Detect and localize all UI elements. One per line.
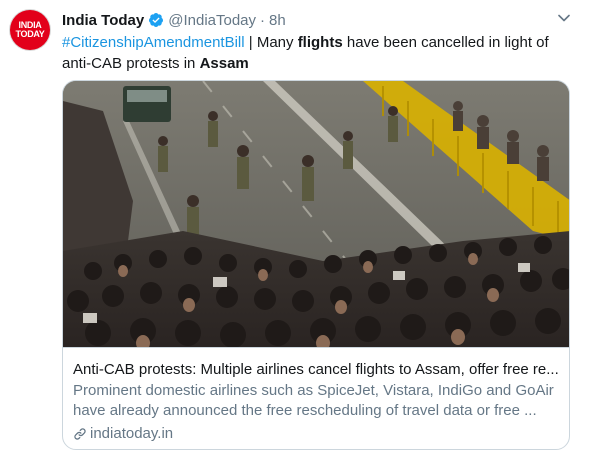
- card-body[interactable]: Anti-CAB protests: Multiple airlines can…: [63, 347, 569, 449]
- author-name[interactable]: India Today: [62, 12, 144, 29]
- hashtag-link[interactable]: #CitizenshipAmendmentBill: [62, 34, 245, 51]
- author-handle[interactable]: @IndiaToday: [168, 12, 256, 29]
- verified-badge-icon: [149, 13, 164, 27]
- tweet-text-part1: | Many: [244, 34, 298, 51]
- separator-dot: ·: [260, 11, 266, 29]
- tweet-timestamp[interactable]: 8h: [269, 12, 286, 29]
- avatar-logo-line2: TODAY: [15, 29, 45, 39]
- tweet-text-bold2: Assam: [199, 55, 249, 72]
- card-description-line1: Prominent domestic airlines such as Spic…: [73, 382, 554, 399]
- link-icon: [74, 428, 86, 440]
- tweet-header: India Today @IndiaToday · 8h: [62, 10, 286, 30]
- card-description-line2: have already announced the free reschedu…: [73, 402, 537, 419]
- card-description: Prominent domestic airlines such as Spic…: [73, 381, 561, 421]
- avatar[interactable]: INDIA TODAY: [10, 10, 50, 50]
- card-domain-text[interactable]: indiatoday.in: [90, 424, 173, 444]
- card-title[interactable]: Anti-CAB protests: Multiple airlines can…: [73, 360, 561, 380]
- chevron-down-icon[interactable]: [558, 14, 570, 22]
- tweet[interactable]: INDIA TODAY India Today @IndiaToday · 8h…: [0, 0, 592, 460]
- card-domain[interactable]: indiatoday.in: [73, 424, 173, 444]
- tweet-text-bold1: flights: [297, 34, 343, 51]
- tweet-text: #CitizenshipAmendmentBill | Many flights…: [62, 32, 572, 74]
- protest-crowd-photo: [63, 81, 569, 347]
- card-image[interactable]: [63, 81, 569, 347]
- link-card[interactable]: Anti-CAB protests: Multiple airlines can…: [62, 80, 570, 450]
